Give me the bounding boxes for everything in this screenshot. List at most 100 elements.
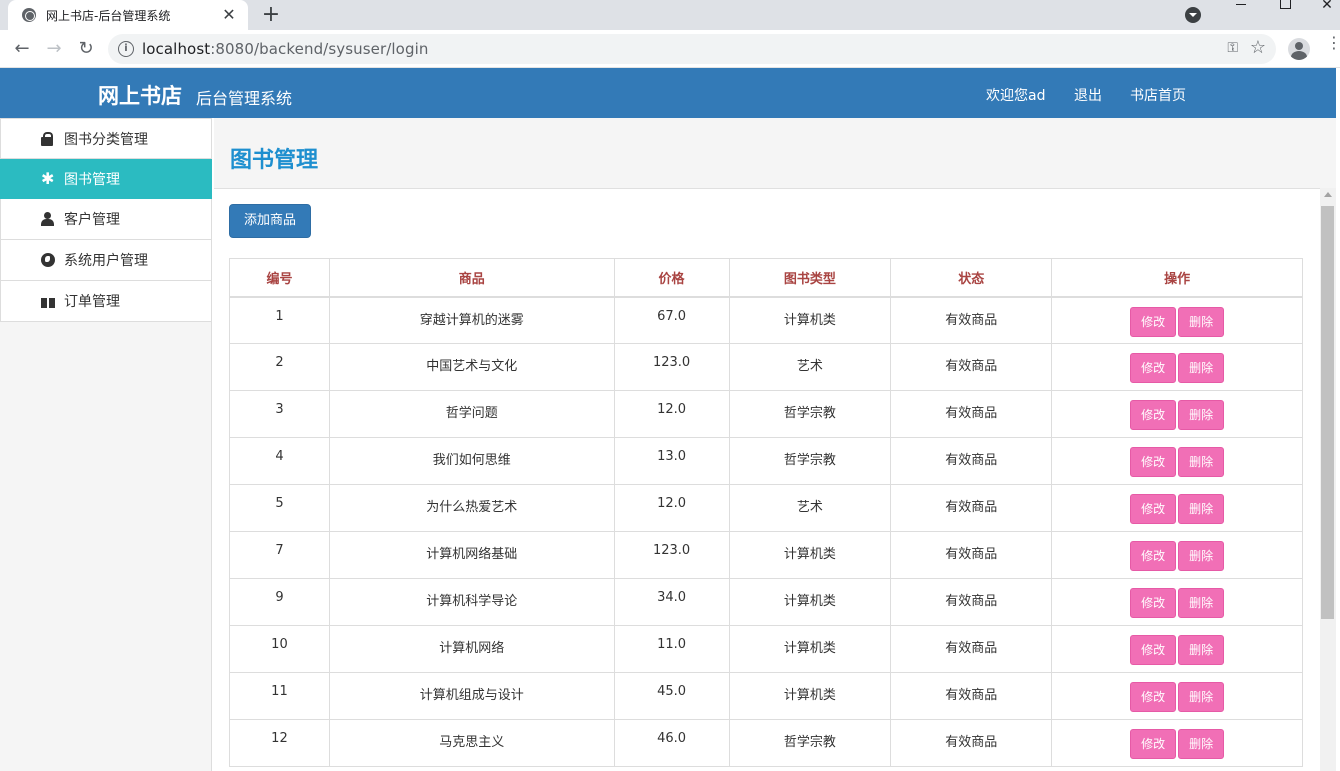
sidebar-item-sysusers[interactable]: 系统用户管理 (0, 240, 212, 281)
edit-button[interactable]: 修改 (1130, 306, 1177, 337)
table-row: 11 计算机组成与设计 45.0 计算机类 有效商品 修改 删除 (229, 672, 1303, 720)
password-key-icon[interactable]: ⚿ (1227, 40, 1238, 56)
main-content: 图书管理 添加商品 编号 商品 价格 图书类型 状态 操作 1 穿越计算机的迷雾 6… (214, 118, 1336, 771)
cell-product: 哲学问题 (328, 390, 615, 438)
cell-product: 马克思主义 (328, 719, 615, 767)
sidebar-item-label: 系统用户管理 (64, 253, 148, 269)
cell-actions: 修改 删除 (1051, 343, 1303, 391)
cell-category: 计算机类 (728, 578, 892, 626)
scrollbar-thumb[interactable] (1321, 206, 1334, 619)
delete-button[interactable]: 删除 (1178, 635, 1225, 665)
cell-price: 12.0 (613, 484, 730, 532)
cell-status: 有效商品 (890, 484, 1053, 532)
cell-product: 为什么热爱艺术 (328, 484, 615, 532)
cell-id: 9 (229, 578, 330, 626)
browser-menu-icon[interactable]: ⋮ (1326, 35, 1340, 51)
cell-actions: 修改 删除 (1051, 437, 1303, 485)
cell-price: 46.0 (613, 719, 730, 767)
delete-button[interactable]: 删除 (1178, 494, 1225, 524)
sidebar-item-orders[interactable]: 订单管理 (0, 281, 212, 322)
browser-tab[interactable]: 网上书店-后台管理系统 ✕ (8, 0, 248, 30)
edit-button[interactable]: 修改 (1130, 447, 1177, 477)
cell-actions: 修改 删除 (1051, 719, 1303, 767)
cell-category: 计算机类 (728, 531, 892, 579)
address-bar[interactable]: i localhost:8080/backend/sysuser/login ⚿… (108, 34, 1276, 64)
column-header: 状态 (890, 258, 1053, 298)
cell-status: 有效商品 (890, 672, 1053, 720)
edit-button[interactable]: 修改 (1130, 541, 1177, 571)
cell-id: 12 (229, 719, 330, 767)
store-home-link[interactable]: 书店首页 (1130, 85, 1186, 105)
column-header: 价格 (613, 258, 730, 298)
delete-button[interactable]: 删除 (1178, 306, 1225, 337)
window-edge (1336, 68, 1340, 771)
sidebar-item-customers[interactable]: 客户管理 (0, 199, 212, 240)
delete-button[interactable]: 删除 (1178, 447, 1225, 477)
cell-actions: 修改 删除 (1051, 390, 1303, 438)
site-info-icon[interactable]: i (118, 41, 134, 57)
edit-button[interactable]: 修改 (1130, 494, 1177, 524)
cell-category: 哲学宗教 (728, 437, 892, 485)
cell-id: 3 (229, 390, 330, 438)
reload-button[interactable]: ↻ (74, 37, 98, 61)
globe-favicon-icon (22, 8, 36, 22)
delete-button[interactable]: 删除 (1178, 400, 1225, 430)
edit-button[interactable]: 修改 (1130, 682, 1177, 712)
cell-status: 有效商品 (890, 437, 1053, 485)
cell-id: 7 (229, 531, 330, 579)
edit-button[interactable]: 修改 (1130, 353, 1177, 383)
cell-status: 有效商品 (890, 719, 1053, 767)
new-tab-button[interactable]: + (258, 2, 284, 28)
tab-search-icon[interactable] (1185, 7, 1201, 23)
brand-title[interactable]: 网上书店 (98, 80, 182, 110)
delete-button[interactable]: 删除 (1178, 729, 1225, 759)
table-row: 2 中国艺术与文化 123.0 艺术 有效商品 修改 删除 (229, 343, 1303, 391)
cell-id: 4 (229, 437, 330, 485)
minimize-button[interactable] (1226, 0, 1256, 14)
bookmark-star-icon[interactable]: ☆ (1250, 37, 1266, 58)
brand-subtitle: 后台管理系统 (196, 89, 293, 108)
cell-price: 123.0 (613, 531, 730, 579)
cell-id: 1 (229, 296, 330, 344)
cell-status: 有效商品 (890, 296, 1053, 344)
cell-actions: 修改 删除 (1051, 672, 1303, 720)
logout-link[interactable]: 退出 (1074, 85, 1102, 105)
delete-button[interactable]: 删除 (1178, 353, 1225, 383)
back-button[interactable]: ← (10, 37, 34, 61)
url-host: localhost (142, 40, 211, 58)
delete-button[interactable]: 删除 (1178, 682, 1225, 712)
delete-button[interactable]: 删除 (1178, 588, 1225, 618)
edit-button[interactable]: 修改 (1130, 400, 1177, 430)
scroll-up-arrow-icon[interactable] (1324, 192, 1332, 197)
maximize-button[interactable] (1270, 0, 1300, 14)
cell-product: 计算机网络 (328, 625, 615, 673)
cell-actions: 修改 删除 (1051, 625, 1303, 673)
delete-button[interactable]: 删除 (1178, 541, 1225, 571)
sidebar-item-books[interactable]: ✱ 图书管理 (0, 159, 212, 200)
tab-close-icon[interactable]: ✕ (220, 6, 238, 24)
url-text[interactable]: localhost:8080/backend/sysuser/login (142, 40, 428, 58)
page-title: 图书管理 (230, 148, 319, 173)
table-row: 9 计算机科学导论 34.0 计算机类 有效商品 修改 删除 (229, 578, 1303, 626)
sidebar: 图书分类管理 ✱ 图书管理 客户管理 系统用户管理 订单管理 (0, 118, 212, 771)
cell-product: 我们如何思维 (328, 437, 615, 485)
gift-icon (41, 294, 55, 308)
cell-category: 艺术 (728, 343, 892, 391)
cell-product: 中国艺术与文化 (328, 343, 615, 391)
globe-icon (41, 253, 55, 267)
edit-button[interactable]: 修改 (1130, 729, 1177, 759)
edit-button[interactable]: 修改 (1130, 588, 1177, 618)
sidebar-item-category[interactable]: 图书分类管理 (0, 118, 212, 159)
column-header: 图书类型 (728, 258, 892, 298)
cell-price: 13.0 (613, 437, 730, 485)
edit-button[interactable]: 修改 (1130, 635, 1177, 665)
add-product-button[interactable]: 添加商品 (229, 204, 311, 238)
profile-avatar-icon[interactable] (1288, 38, 1310, 60)
column-header: 商品 (328, 258, 615, 298)
cell-price: 34.0 (613, 578, 730, 626)
browser-tabstrip: 网上书店-后台管理系统 ✕ + ✕ (0, 0, 1340, 30)
page-scrollbar[interactable] (1320, 188, 1336, 771)
forward-button[interactable]: → (42, 37, 66, 61)
welcome-user-link[interactable]: 欢迎您ad (986, 85, 1045, 105)
window-close-button[interactable]: ✕ (1312, 0, 1340, 14)
